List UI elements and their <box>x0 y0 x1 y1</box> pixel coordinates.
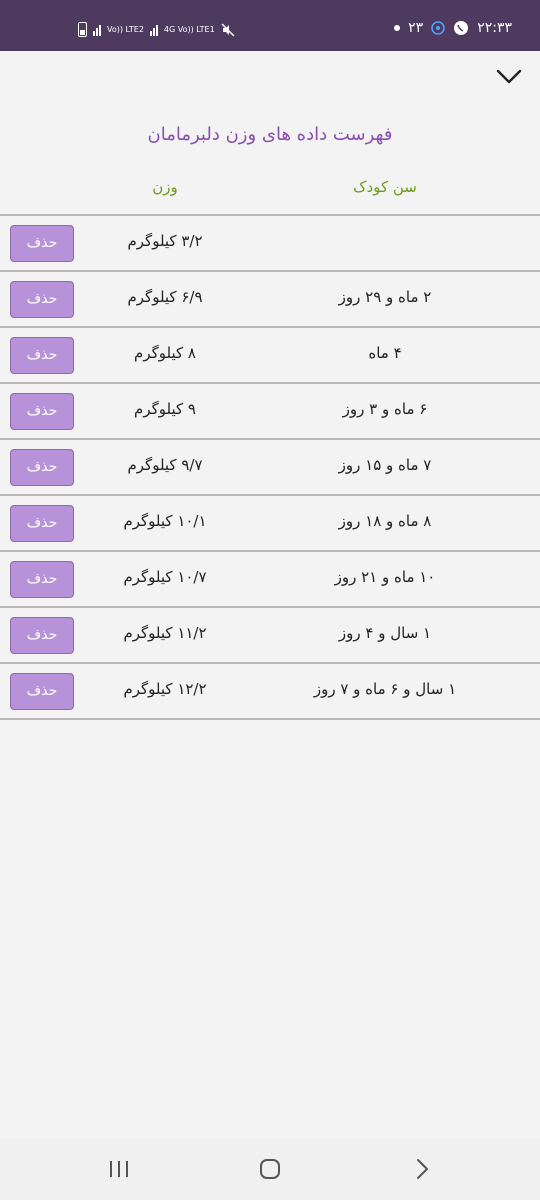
row-age: ۷ ماه و ۱۵ روز <box>338 456 432 474</box>
battery-icon <box>78 22 87 37</box>
table-row: ۳/۲ کیلوگرم حذف <box>0 214 540 270</box>
delete-button[interactable]: حذف <box>10 505 74 542</box>
row-weight: ۱۰/۱ کیلوگرم <box>123 512 207 530</box>
delete-button[interactable]: حذف <box>10 337 74 374</box>
mute-icon <box>221 22 235 37</box>
row-weight: ۶/۹ کیلوگرم <box>127 288 203 306</box>
table-row: ۲ ماه و ۲۹ روز ۶/۹ کیلوگرم حذف <box>0 270 540 326</box>
column-header-age: سن کودک <box>353 178 417 196</box>
table-row: ۸ ماه و ۱۸ روز ۱۰/۱ کیلوگرم حذف <box>0 494 540 550</box>
row-age: ۲ ماه و ۲۹ روز <box>338 288 432 306</box>
delete-button[interactable]: حذف <box>10 393 74 430</box>
table-row: ۴ ماه ۸ کیلوگرم حذف <box>0 326 540 382</box>
signal-icon <box>93 24 101 36</box>
row-age: ۱ سال و ۶ ماه و ۷ روز <box>313 680 457 698</box>
column-header-weight: وزن <box>152 178 178 196</box>
table-row: ۱ سال و ۴ روز ۱۱/۲ کیلوگرم حذف <box>0 606 540 662</box>
network-label-1: Vo)) LTE2 <box>107 24 144 34</box>
weight-table: ۳/۲ کیلوگرم حذف ۲ ماه و ۲۹ روز ۶/۹ کیلوگ… <box>0 214 540 720</box>
row-weight: ۳/۲ کیلوگرم <box>127 232 203 250</box>
chat-app-icon <box>431 21 445 35</box>
row-weight: ۱۰/۷ کیلوگرم <box>123 568 207 586</box>
table-row: ۶ ماه و ۳ روز ۹ کیلوگرم حذف <box>0 382 540 438</box>
back-icon[interactable] <box>408 1154 438 1184</box>
system-nav-bar <box>0 1138 540 1200</box>
row-age: ۶ ماه و ۳ روز <box>342 400 428 418</box>
chevron-down-icon[interactable] <box>494 62 524 92</box>
row-weight: ۱۱/۲ کیلوگرم <box>123 624 207 642</box>
signal-icon-2 <box>149 24 158 36</box>
whatsapp-icon <box>454 21 469 35</box>
row-age: ۸ ماه و ۱۸ روز <box>338 512 432 530</box>
status-time: ۲۲:۳۳ <box>477 20 512 36</box>
page-title: فهرست داده های وزن دلبرمامان <box>147 124 393 145</box>
row-age: ۱۰ ماه و ۲۱ روز <box>334 568 436 586</box>
home-icon[interactable] <box>255 1154 285 1184</box>
row-weight: ۹ کیلوگرم <box>134 400 196 418</box>
delete-button[interactable]: حذف <box>10 673 74 710</box>
status-left-icons: Vo)) LTE2 4G Vo)) LTE1 <box>78 22 235 37</box>
table-row: ۱۰ ماه و ۲۱ روز ۱۰/۷ کیلوگرم حذف <box>0 550 540 606</box>
status-bar: Vo)) LTE2 4G Vo)) LTE1 ۲۳ ۲۲:۳۳ <box>0 0 540 51</box>
row-age: ۴ ماه <box>368 344 402 362</box>
delete-button[interactable]: حذف <box>10 561 74 598</box>
table-row: ۱ سال و ۶ ماه و ۷ روز ۱۲/۲ کیلوگرم حذف <box>0 662 540 720</box>
delete-button[interactable]: حذف <box>10 449 74 486</box>
delete-button[interactable]: حذف <box>10 281 74 318</box>
row-weight: ۱۲/۲ کیلوگرم <box>123 680 207 698</box>
recent-apps-icon[interactable] <box>104 1154 134 1184</box>
notification-dot-icon <box>394 25 401 31</box>
status-right-icons: ۲۳ ۲۲:۳۳ <box>394 20 512 36</box>
status-date: ۲۳ <box>408 20 424 36</box>
network-label-2: 4G Vo)) LTE1 <box>163 24 215 34</box>
delete-button[interactable]: حذف <box>10 225 74 262</box>
table-row: ۷ ماه و ۱۵ روز ۹/۷ کیلوگرم حذف <box>0 438 540 494</box>
row-weight: ۹/۷ کیلوگرم <box>127 456 203 474</box>
delete-button[interactable]: حذف <box>10 617 74 654</box>
row-age: ۱ سال و ۴ روز <box>338 624 432 642</box>
row-weight: ۸ کیلوگرم <box>134 344 196 362</box>
